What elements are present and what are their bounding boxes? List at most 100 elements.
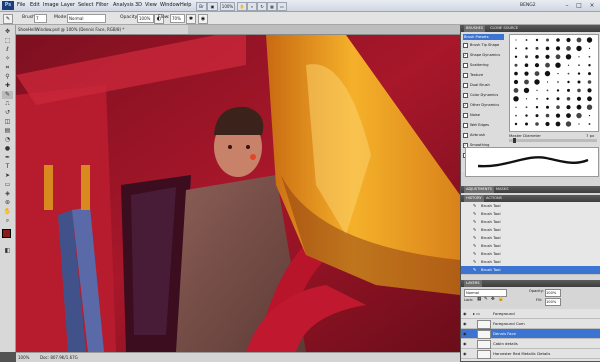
clone-stamp-tool-icon[interactable]: ⎍: [2, 100, 13, 108]
folder-icon[interactable]: ▸ ▭: [473, 309, 480, 318]
lasso-tool-icon[interactable]: ℓ: [2, 46, 13, 54]
brush-option-row[interactable]: Texture: [463, 72, 503, 78]
history-brush-tool-icon[interactable]: ↺: [2, 109, 13, 117]
quick-mask-icon[interactable]: ◧: [2, 247, 13, 255]
eraser-tool-icon[interactable]: ◫: [2, 118, 13, 126]
document-canvas[interactable]: [16, 35, 460, 352]
brush-tip-preset[interactable]: [534, 79, 540, 85]
brush-tip-preset[interactable]: [545, 46, 550, 51]
master-diameter-value[interactable]: 7 px: [586, 133, 594, 138]
brush-tip-preset[interactable]: [545, 113, 550, 118]
maximize-icon[interactable]: □: [574, 1, 584, 10]
minimize-icon[interactable]: –: [562, 1, 572, 10]
brush-tip-preset[interactable]: [587, 80, 592, 84]
brush-tip-preset[interactable]: [525, 39, 528, 41]
brush-tip-preset[interactable]: [536, 97, 538, 100]
workspace-name[interactable]: BENG2: [520, 2, 536, 9]
brush-tip-preset[interactable]: [546, 105, 549, 109]
gradient-tool-icon[interactable]: ▤: [2, 127, 13, 135]
brush-tip-preset[interactable]: [515, 47, 517, 50]
brush-tip-preset[interactable]: [557, 73, 559, 75]
zoom-tool-icon[interactable]: ⌕: [2, 217, 13, 225]
brush-tip-preset[interactable]: [513, 96, 519, 102]
lock-position-icon[interactable]: ✥: [491, 297, 495, 302]
layer-row[interactable]: ◉ Foreground Corn: [461, 319, 600, 329]
eyedropper-tool-icon[interactable]: ⚲: [2, 73, 13, 81]
brush-tip-preset[interactable]: [567, 80, 570, 84]
brush-option-row[interactable]: Noise: [463, 112, 503, 118]
brush-tip-preset[interactable]: [525, 47, 528, 50]
brush-tip-preset[interactable]: [556, 105, 560, 109]
brush-tip-preset[interactable]: [588, 123, 591, 125]
tab-actions[interactable]: ACTIONS: [484, 195, 504, 202]
brush-tip-preset[interactable]: [566, 113, 571, 118]
brush-tip-preset[interactable]: [555, 113, 561, 118]
menu-select[interactable]: Select: [78, 0, 93, 11]
brush-option-checkbox[interactable]: ✓: [463, 102, 468, 108]
brush-tip-preset[interactable]: [588, 55, 591, 58]
brush-tool-icon[interactable]: ✎: [3, 14, 13, 24]
brush-tip-preset[interactable]: [576, 112, 582, 119]
lock-image-icon[interactable]: ✎: [484, 297, 488, 302]
tab-brushes[interactable]: BRUSHES: [464, 25, 486, 32]
brush-tip-preset[interactable]: [576, 37, 582, 43]
brush-tip-preset[interactable]: [567, 64, 570, 66]
brush-option-row[interactable]: ✓ Shape Dynamics: [463, 52, 503, 58]
brush-tip-preset[interactable]: [588, 47, 591, 49]
brush-option-checkbox[interactable]: [463, 92, 468, 98]
menu-view[interactable]: View: [145, 0, 157, 11]
brush-tip-preset[interactable]: [546, 89, 549, 92]
flow-input[interactable]: 70%: [170, 14, 185, 23]
brush-option-checkbox[interactable]: [463, 72, 468, 78]
layer-row[interactable]: ◉ Cabin details: [461, 339, 600, 349]
3d-orbit-tool-icon[interactable]: ⊛: [2, 199, 13, 207]
layer-row[interactable]: ◉ ▸ ▭ Foreground: [461, 309, 600, 319]
tab-layers[interactable]: LAYERS: [464, 280, 482, 287]
brush-tip-preset[interactable]: [525, 98, 528, 100]
brush-tip-preset[interactable]: [524, 71, 529, 76]
brush-option-checkbox[interactable]: [463, 62, 468, 68]
bridge-button[interactable]: Br: [196, 2, 207, 11]
3d-rotate-tool-icon[interactable]: ◈: [2, 190, 13, 198]
zoom-icon[interactable]: ⌕: [247, 2, 257, 11]
layer-row[interactable]: ◉ Dennis Face: [461, 329, 600, 339]
brush-tip-preset[interactable]: [556, 38, 560, 42]
brush-option-row[interactable]: Dual Brush: [463, 82, 503, 88]
pressure-size-icon[interactable]: ◉: [198, 14, 208, 24]
brush-tip-preset[interactable]: [577, 72, 581, 75]
brush-tip-preset[interactable]: [545, 62, 550, 68]
close-icon[interactable]: ×: [587, 1, 597, 10]
mode-select[interactable]: Normal: [67, 14, 106, 23]
blend-mode-select[interactable]: Normal: [464, 289, 507, 297]
tab-clone-source[interactable]: CLONE SOURCE: [488, 25, 520, 32]
menu-edit[interactable]: Edit: [30, 0, 40, 11]
brush-tip-preset[interactable]: [567, 72, 570, 75]
menu-image[interactable]: Image: [43, 0, 59, 11]
menu-help[interactable]: Help: [180, 0, 191, 11]
brush-tip-preset[interactable]: [577, 88, 581, 93]
brush-tip-preset[interactable]: [578, 123, 580, 125]
brush-tip-preset[interactable]: [524, 63, 529, 67]
brush-tip-preset[interactable]: [525, 114, 528, 117]
lock-transparent-icon[interactable]: ▦: [477, 297, 481, 302]
brush-tip-preset[interactable]: [566, 97, 571, 101]
brush-tip-preset[interactable]: [555, 121, 561, 127]
layer-row[interactable]: ◉ Harvester Red Metallic Details: [461, 349, 600, 359]
brush-tip-preset[interactable]: [535, 38, 539, 42]
menu-layer[interactable]: Layer: [61, 0, 75, 11]
brush-tip-grid[interactable]: [509, 34, 599, 132]
brush-option-row[interactable]: Wet Edges: [463, 122, 503, 128]
document-tab[interactable]: ShoeHellWindow.psd @ 100% (Dennis Face, …: [16, 25, 188, 34]
brush-tip-preset[interactable]: [577, 80, 581, 84]
brush-option-checkbox[interactable]: ✓: [463, 52, 468, 58]
brush-size-picker[interactable]: 7: [34, 14, 47, 23]
brush-option-checkbox[interactable]: [463, 82, 468, 88]
path-select-tool-icon[interactable]: ➤: [2, 172, 13, 180]
eye-icon[interactable]: ◉: [463, 321, 468, 326]
brush-tip-preset[interactable]: [588, 72, 591, 76]
pen-tool-icon[interactable]: ✒: [2, 154, 13, 162]
brush-tip-preset[interactable]: [515, 114, 517, 117]
brush-tip-preset[interactable]: [578, 64, 580, 67]
eye-icon[interactable]: ◉: [463, 341, 468, 346]
brush-option-row[interactable]: Airbrush: [463, 132, 503, 138]
